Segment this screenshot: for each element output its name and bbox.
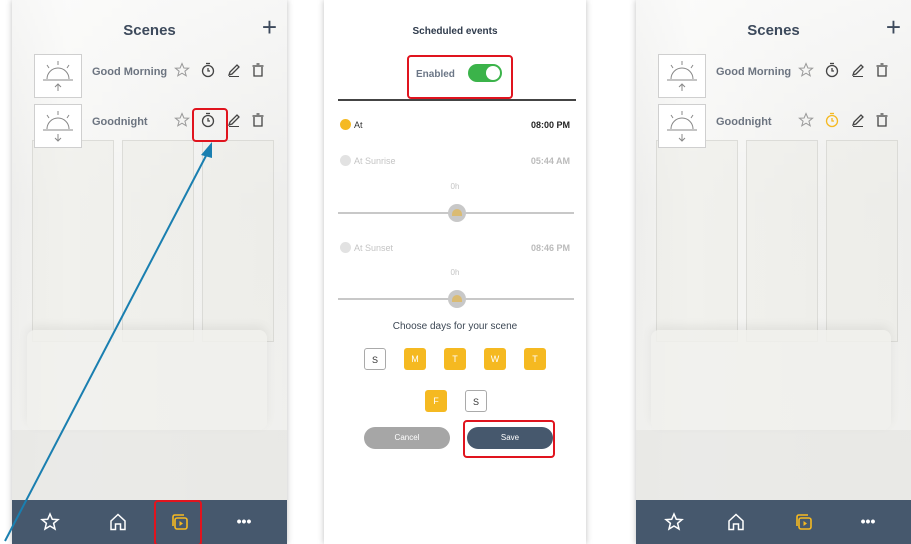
annotation-arrow <box>4 142 212 542</box>
